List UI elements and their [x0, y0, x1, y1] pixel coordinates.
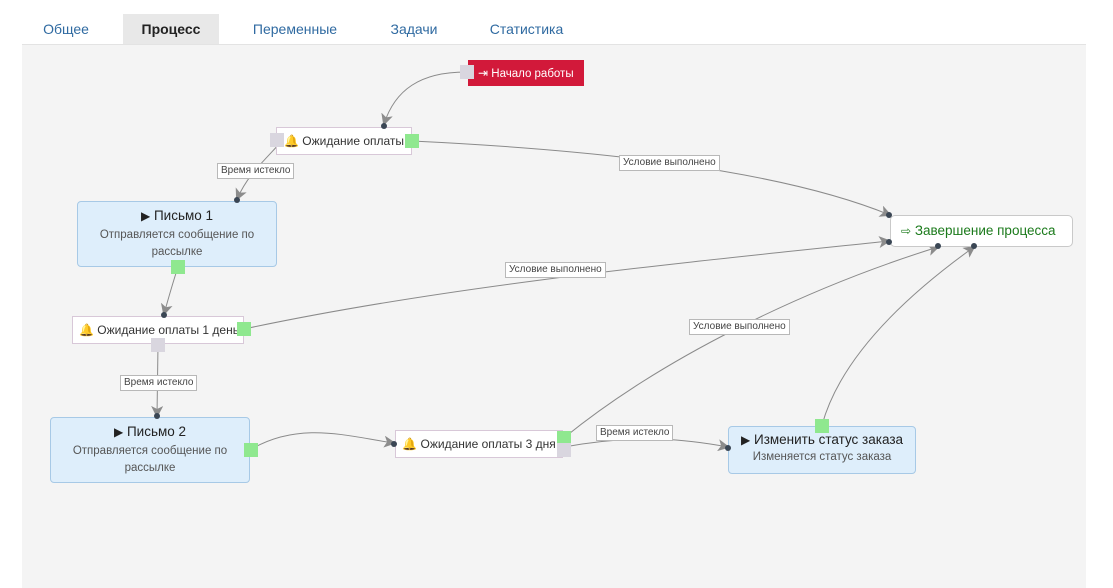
action-title: Письмо 2 — [126, 424, 187, 439]
end-node[interactable]: ⇨ Завершение процесса — [890, 215, 1073, 247]
success-port[interactable] — [237, 322, 251, 336]
action-title: Изменить статус заказа — [753, 432, 904, 447]
wait-node-label: Ожидание оплаты — [302, 134, 405, 148]
play-icon: ▶ — [140, 209, 151, 223]
wait-node-label: Ожидание оплаты 1 день — [97, 323, 239, 337]
play-icon: ▶ — [113, 425, 124, 439]
action-description: Изменяется статус заказа — [752, 451, 892, 463]
success-port[interactable] — [244, 443, 258, 457]
edge-label-condition-met: Условие выполнено — [619, 155, 720, 171]
input-anchor — [971, 243, 977, 249]
action-node-letter1[interactable]: ▶ Письмо 1 Отправляется сообщение по рас… — [77, 201, 277, 267]
input-anchor — [725, 445, 731, 451]
sign-in-icon: ⇥ — [478, 66, 489, 80]
edge-label-timeout: Время истекло — [217, 163, 295, 179]
tab-tasks[interactable]: Задачи — [377, 14, 451, 44]
input-anchor — [154, 413, 160, 419]
wait-node-payment-3-days[interactable]: 🔔 Ожидание оплаты 3 дня — [395, 430, 563, 458]
end-node-label: Завершение процесса — [914, 223, 1056, 238]
sign-out-icon: ⇨ — [901, 224, 912, 238]
play-icon: ▶ — [740, 433, 751, 447]
bell-icon: 🔔 — [283, 134, 299, 148]
tab-variables[interactable]: Переменные — [244, 14, 346, 44]
bell-icon: 🔔 — [402, 437, 418, 451]
input-anchor — [886, 212, 892, 218]
edge-label-timeout: Время истекло — [120, 375, 198, 391]
start-node[interactable]: ⇥ Начало работы — [468, 60, 584, 86]
action-description: Отправляется сообщение по рассылке — [99, 229, 255, 258]
edge-label-timeout: Время истекло — [596, 425, 674, 441]
input-anchor — [161, 312, 167, 318]
success-port[interactable] — [405, 134, 419, 148]
wait-node-payment[interactable]: 🔔 Ожидание оплаты — [276, 127, 412, 155]
bell-icon: 🔔 — [79, 323, 94, 337]
timeout-port[interactable] — [151, 338, 165, 352]
edge-label-condition-met: Условие выполнено — [505, 262, 606, 278]
success-port[interactable] — [815, 419, 829, 433]
timeout-port[interactable] — [270, 133, 284, 147]
start-node-label: Начало работы — [491, 68, 574, 80]
tab-general[interactable]: Общее — [22, 14, 110, 44]
input-anchor — [234, 197, 240, 203]
success-port[interactable] — [171, 260, 185, 274]
input-anchor — [391, 441, 397, 447]
input-anchor — [886, 239, 892, 245]
edge-label-condition-met: Условие выполнено — [689, 319, 790, 335]
action-node-change-status[interactable]: ▶ Изменить статус заказа Изменяется стат… — [728, 426, 916, 474]
action-title: Письмо 1 — [153, 208, 214, 223]
tab-statistics[interactable]: Статистика — [479, 14, 574, 44]
tab-process[interactable]: Процесс — [123, 14, 219, 44]
start-port[interactable] — [460, 65, 474, 79]
input-anchor — [935, 243, 941, 249]
action-node-letter2[interactable]: ▶ Письмо 2 Отправляется сообщение по рас… — [50, 417, 250, 483]
action-description: Отправляется сообщение по рассылке — [72, 445, 228, 474]
wait-node-label: Ожидание оплаты 3 дня — [420, 437, 556, 451]
input-anchor — [381, 123, 387, 129]
timeout-port[interactable] — [557, 443, 571, 457]
